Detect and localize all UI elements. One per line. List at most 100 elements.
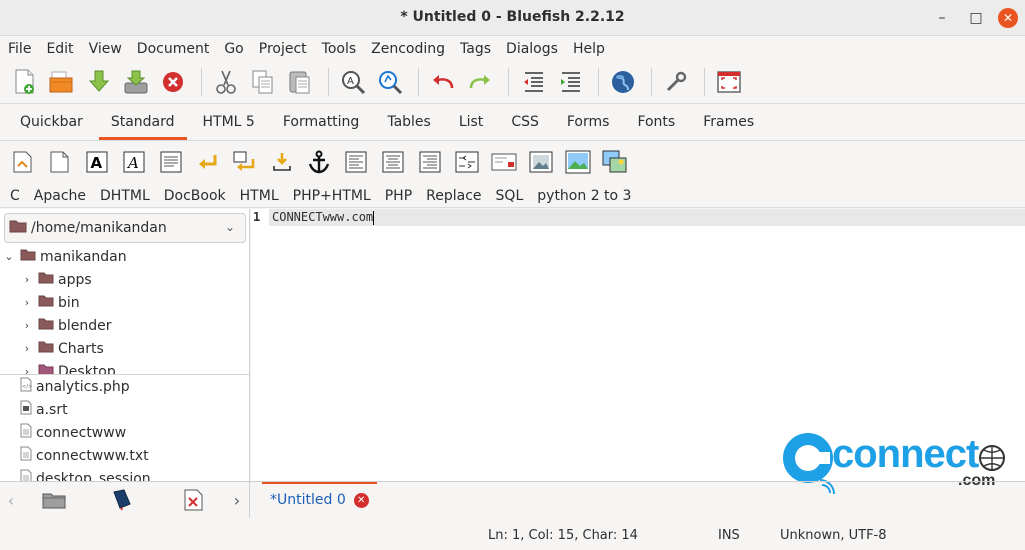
menu-go[interactable]: Go	[224, 41, 243, 57]
menu-help[interactable]: Help	[573, 41, 605, 57]
copy-icon[interactable]	[248, 67, 278, 97]
replace-icon[interactable]	[375, 67, 405, 97]
file-item[interactable]: </> analytics.php	[0, 375, 249, 398]
expander-arrow-icon[interactable]: ›	[20, 342, 34, 355]
menu-dialogs[interactable]: Dialogs	[506, 41, 558, 57]
file-item[interactable]: connectwww	[0, 421, 249, 444]
find-icon[interactable]: A	[338, 67, 368, 97]
preferences-icon[interactable]	[661, 67, 691, 97]
chevron-left-icon[interactable]: ‹	[4, 488, 18, 512]
file-browser-panel-icon[interactable]	[40, 488, 68, 512]
open-file-icon[interactable]	[47, 67, 77, 97]
image-icon[interactable]	[528, 149, 554, 175]
snippet-python[interactable]: python 2 to 3	[537, 188, 631, 204]
tree-item-blender[interactable]: › blender	[0, 314, 249, 337]
snippet-html[interactable]: HTML	[240, 188, 279, 204]
menu-tools[interactable]: Tools	[322, 41, 357, 57]
bold-icon[interactable]: A	[84, 149, 110, 175]
close-file-icon[interactable]	[158, 67, 188, 97]
redo-icon[interactable]	[465, 67, 495, 97]
menu-file[interactable]: File	[8, 41, 31, 57]
snippet-apache[interactable]: Apache	[34, 188, 86, 204]
snippet-dhtml[interactable]: DHTML	[100, 188, 150, 204]
menu-project[interactable]: Project	[259, 41, 307, 57]
document-tab[interactable]: *Untitled 0 ✕	[262, 482, 377, 518]
cut-icon[interactable]	[211, 67, 241, 97]
menu-view[interactable]: View	[89, 41, 122, 57]
break-icon[interactable]	[195, 149, 221, 175]
italic-icon[interactable]: A	[121, 149, 147, 175]
snippet-replace[interactable]: Replace	[426, 188, 481, 204]
nbsp-icon[interactable]	[269, 149, 295, 175]
outline-panel-icon[interactable]	[180, 488, 208, 512]
encoding-status[interactable]: Unknown, UTF-8	[780, 528, 887, 543]
align-left-icon[interactable]	[343, 149, 369, 175]
new-file-icon[interactable]	[10, 67, 40, 97]
tab-tables[interactable]: Tables	[375, 104, 443, 140]
paragraph-icon[interactable]	[158, 149, 184, 175]
paste-icon[interactable]	[285, 67, 315, 97]
save-icon[interactable]	[84, 67, 114, 97]
tree-item-charts[interactable]: › Charts	[0, 337, 249, 360]
menu-document[interactable]: Document	[137, 41, 210, 57]
tab-html5[interactable]: HTML 5	[191, 104, 267, 140]
anchor-icon[interactable]	[306, 149, 332, 175]
snippet-c[interactable]: C	[10, 188, 20, 204]
tab-css[interactable]: CSS	[499, 104, 551, 140]
tree-item-manikandan[interactable]: ⌄ manikandan	[0, 245, 249, 268]
thumbnail-icon[interactable]	[565, 149, 591, 175]
minimize-button[interactable]: –	[932, 8, 952, 28]
email-icon[interactable]	[491, 149, 517, 175]
maximize-button[interactable]: □	[966, 8, 986, 28]
snippet-docbook[interactable]: DocBook	[164, 188, 226, 204]
current-path: /home/manikandan	[31, 220, 167, 236]
expander-arrow-icon[interactable]: ›	[20, 319, 34, 332]
align-right-icon[interactable]	[417, 149, 443, 175]
path-selector[interactable]: /home/manikandan ⌄	[4, 213, 246, 243]
menu-zencoding[interactable]: Zencoding	[371, 41, 445, 57]
editor-text-line[interactable]: CONNECTwww.com	[272, 210, 375, 225]
file-item[interactable]: desktop_session	[0, 467, 249, 481]
comment-icon[interactable]	[454, 149, 480, 175]
bookmarks-panel-icon[interactable]	[108, 488, 136, 512]
tab-standard[interactable]: Standard	[98, 104, 187, 140]
fullscreen-icon[interactable]	[714, 67, 744, 97]
expander-arrow-icon[interactable]: ›	[20, 365, 34, 374]
tab-forms[interactable]: Forms	[555, 104, 622, 140]
tab-formatting[interactable]: Formatting	[271, 104, 371, 140]
tree-item-apps[interactable]: › apps	[0, 268, 249, 291]
undo-icon[interactable]	[428, 67, 458, 97]
chevron-right-icon[interactable]: ›	[230, 488, 244, 512]
snippet-php-html[interactable]: PHP+HTML	[293, 188, 371, 204]
tab-quickbar[interactable]: Quickbar	[8, 104, 95, 140]
unindent-icon[interactable]	[518, 67, 548, 97]
file-item[interactable]: connectwww.txt	[0, 444, 249, 467]
multi-thumbnail-icon[interactable]	[602, 149, 628, 175]
tree-item-desktop[interactable]: › Desktop	[0, 360, 249, 374]
quickstart-icon[interactable]	[10, 149, 36, 175]
tab-frames[interactable]: Frames	[691, 104, 766, 140]
tab-fonts[interactable]: Fonts	[625, 104, 687, 140]
save-as-icon[interactable]	[121, 67, 151, 97]
align-center-icon[interactable]	[380, 149, 406, 175]
expander-arrow-icon[interactable]: ›	[20, 296, 34, 309]
menu-edit[interactable]: Edit	[46, 41, 73, 57]
text-file-icon	[20, 469, 32, 481]
body-icon[interactable]	[47, 149, 73, 175]
break-clear-icon[interactable]	[232, 149, 258, 175]
snippet-php[interactable]: PHP	[385, 188, 412, 204]
expanded-arrow-icon[interactable]: ⌄	[2, 250, 16, 263]
tree-item-bin[interactable]: › bin	[0, 291, 249, 314]
indent-icon[interactable]	[555, 67, 585, 97]
insert-mode-status[interactable]: INS	[718, 528, 740, 543]
line-number: 1	[253, 210, 261, 224]
expander-arrow-icon[interactable]: ›	[20, 273, 34, 286]
snippet-sql[interactable]: SQL	[496, 188, 524, 204]
menu-tags[interactable]: Tags	[460, 41, 491, 57]
close-tab-icon[interactable]: ✕	[353, 492, 369, 508]
preview-browser-icon[interactable]	[608, 67, 638, 97]
close-window-button[interactable]: ✕	[998, 8, 1018, 28]
file-item[interactable]: a.srt	[0, 398, 249, 421]
tab-list[interactable]: List	[447, 104, 495, 140]
directory-tree: ⌄ manikandan › apps › bin › blender › Ch…	[0, 245, 249, 375]
